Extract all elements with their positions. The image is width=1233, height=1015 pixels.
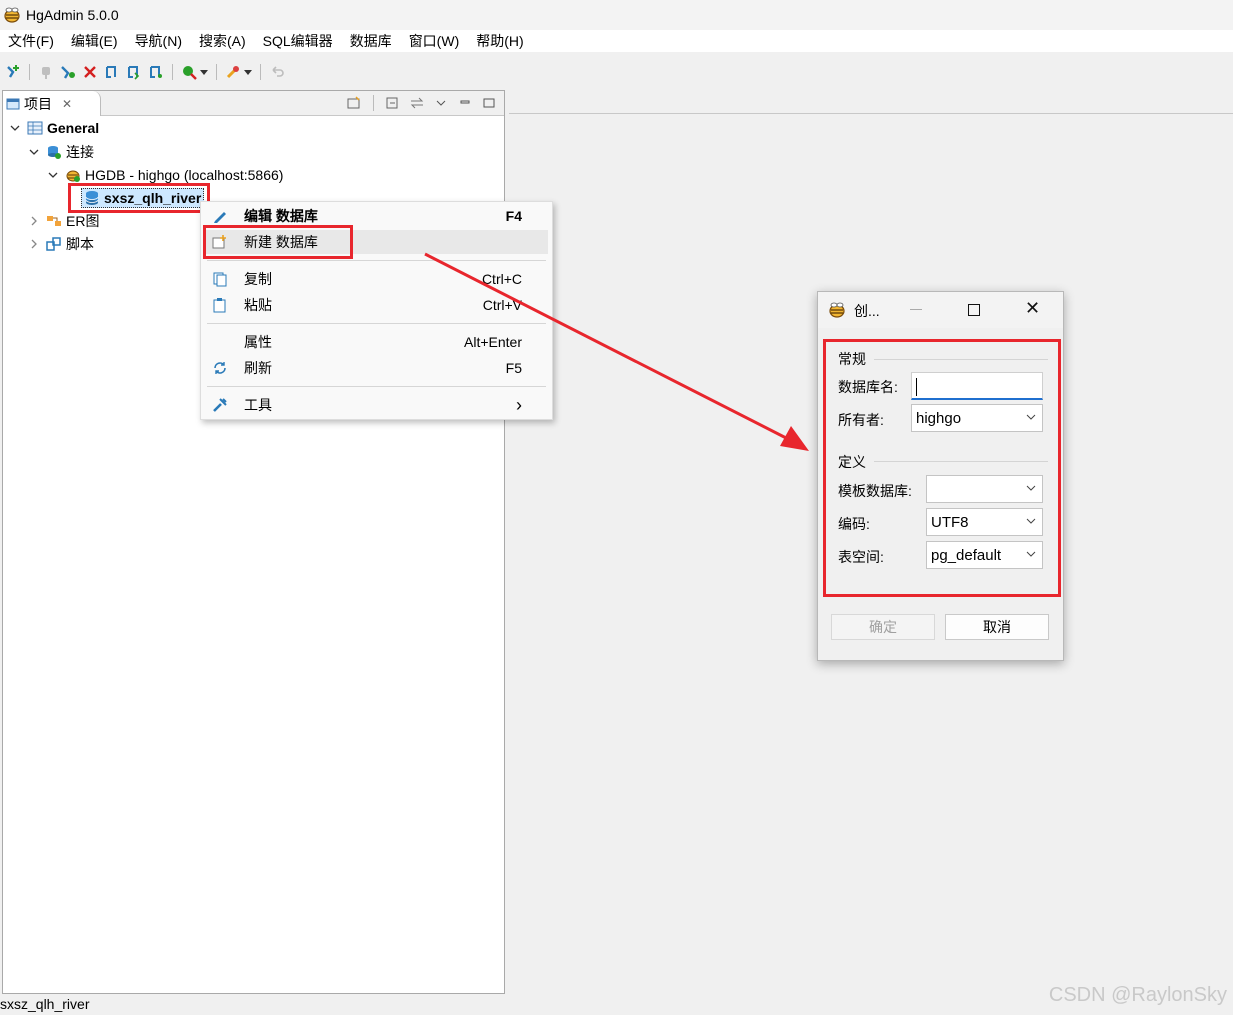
commit-icon[interactable]	[104, 64, 120, 80]
tree-node-connections[interactable]: 连接	[28, 141, 94, 163]
editor-area-divider	[509, 113, 1233, 114]
ok-button[interactable]: 确定	[831, 614, 935, 640]
menu-label-properties: 属性	[244, 334, 272, 350]
menu-edit[interactable]: 编辑(E)	[63, 30, 127, 52]
highlight-box-new-database	[203, 225, 353, 259]
menu-file[interactable]: 文件(F)	[0, 30, 63, 52]
highgo-server-icon	[66, 170, 80, 182]
tree-label-er: ER图	[66, 213, 100, 229]
close-tab-icon[interactable]: ✕	[62, 97, 72, 111]
cancel-button[interactable]: 取消	[945, 614, 1049, 640]
connect-icon[interactable]	[60, 64, 76, 80]
window-title: HgAdmin 5.0.0	[26, 7, 119, 23]
wrench-icon	[213, 398, 227, 412]
toolbar-separator	[260, 64, 261, 80]
tree-label-scripts: 脚本	[66, 236, 94, 252]
new-connection-icon[interactable]	[5, 64, 21, 80]
title-bar: HgAdmin 5.0.0	[0, 0, 1233, 30]
dialog-title: 创...	[854, 303, 880, 319]
project-panel-header: 项目 ✕	[3, 91, 504, 116]
highlight-box-database	[68, 183, 210, 213]
panel-toolbar	[347, 95, 496, 111]
highlight-box-dialog-form	[823, 339, 1061, 597]
menu-navigate[interactable]: 导航(N)	[127, 30, 191, 52]
tree-label-server: HGDB - highgo (localhost:5866)	[85, 167, 284, 183]
tools-dropdown-icon[interactable]	[244, 69, 252, 75]
minimize-icon[interactable]	[910, 309, 922, 310]
watermark-text: CSDN @RaylonSky	[1048, 984, 1227, 1006]
annotation-arrow	[424, 252, 809, 451]
project-tab-label: 项目	[24, 95, 52, 112]
menu-label-refresh: 刷新	[244, 360, 272, 376]
project-tab-icon	[6, 98, 20, 109]
copy-icon	[213, 272, 227, 287]
status-text: sxsz_qlh_river	[0, 996, 90, 1012]
menu-label-paste: 粘贴	[244, 297, 272, 313]
disconnect-icon[interactable]	[38, 64, 54, 80]
pencil-icon	[214, 212, 226, 223]
maximize-icon[interactable]	[482, 96, 496, 110]
maximize-icon[interactable]	[968, 304, 980, 316]
menu-search[interactable]: 搜索(A)	[191, 30, 255, 52]
chevron-down-icon[interactable]	[47, 169, 59, 181]
tree-label-connections: 连接	[66, 144, 94, 160]
menu-shortcut-edit-database: F4	[505, 208, 522, 224]
tab-project[interactable]: 项目 ✕	[3, 91, 101, 116]
tree-node-general[interactable]: General	[9, 117, 99, 139]
hgadmin-logo-icon	[829, 302, 845, 318]
chevron-right-icon[interactable]	[28, 215, 40, 227]
chevron-down-icon[interactable]	[28, 146, 40, 158]
close-icon[interactable]: ✕	[1025, 298, 1040, 319]
link-with-editor-icon[interactable]	[410, 96, 424, 110]
toolbar-separator	[172, 64, 173, 80]
menu-bar: 文件(F) 编辑(E) 导航(N) 搜索(A) SQL编辑器 数据库 窗口(W)…	[0, 30, 1233, 52]
collapse-all-icon[interactable]	[386, 96, 400, 110]
transaction-icon[interactable]	[148, 64, 164, 80]
disconnect-all-icon[interactable]	[82, 64, 98, 80]
menu-label-copy: 复制	[244, 271, 272, 287]
menu-database[interactable]: 数据库	[342, 30, 401, 52]
menu-label-edit-database: 编辑 数据库	[244, 208, 318, 224]
tree-node-scripts[interactable]: 脚本	[28, 233, 94, 255]
tools-icon[interactable]	[225, 64, 241, 80]
er-diagram-icon	[47, 216, 61, 226]
paste-icon	[213, 298, 226, 313]
run-dropdown-icon[interactable]	[200, 69, 208, 75]
minimize-icon[interactable]	[458, 96, 472, 110]
main-toolbar	[0, 58, 1233, 86]
rollback-icon[interactable]	[126, 64, 142, 80]
tree-node-er[interactable]: ER图	[28, 210, 99, 232]
toolbar-separator	[29, 64, 30, 80]
back-icon[interactable]	[269, 64, 285, 80]
view-menu-icon[interactable]	[434, 96, 448, 110]
dialog-title-bar: 创... ✕	[818, 292, 1063, 328]
menu-sql-editor[interactable]: SQL编辑器	[255, 30, 342, 52]
project-icon	[27, 121, 43, 135]
toolbar-separator	[216, 64, 217, 80]
connections-icon	[48, 146, 61, 159]
menu-label-tools: 工具	[244, 397, 272, 413]
scripts-icon	[46, 237, 61, 251]
menu-help[interactable]: 帮助(H)	[468, 30, 532, 52]
run-sql-icon[interactable]	[181, 64, 197, 80]
menu-window[interactable]: 窗口(W)	[401, 30, 469, 52]
hgadmin-logo-icon	[4, 7, 20, 23]
refresh-icon	[214, 362, 226, 374]
chevron-right-icon[interactable]	[28, 238, 40, 250]
new-folder-icon[interactable]	[347, 96, 361, 110]
tree-label-general: General	[47, 120, 100, 136]
panel-separator	[373, 95, 374, 111]
chevron-down-icon[interactable]	[9, 122, 21, 134]
